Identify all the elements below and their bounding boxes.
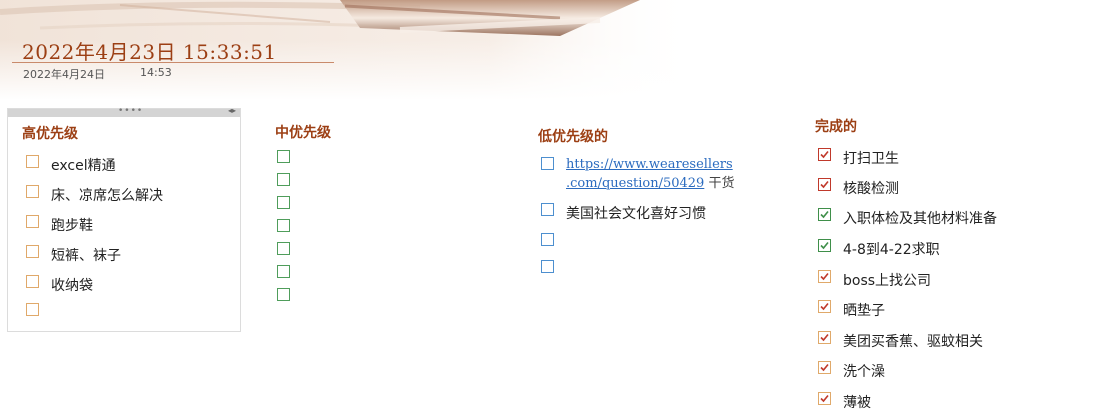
task-label: boss上找公司 (843, 273, 932, 289)
task-checkbox[interactable] (818, 392, 831, 405)
mid-item-3[interactable] (277, 196, 302, 209)
completed-title: 完成的 (815, 119, 857, 135)
high-item-4[interactable]: 短裤、袜子 (26, 245, 121, 265)
high-item-1[interactable]: excel精通 (26, 155, 116, 175)
high-item-6[interactable] (26, 303, 51, 316)
task-checkbox[interactable] (818, 148, 831, 161)
done-item-8[interactable]: 洗个澡 (818, 361, 885, 381)
task-label: 美团买香蕉、驱蚊相关 (843, 334, 983, 350)
task-label: 洗个澡 (843, 364, 885, 380)
high-priority-title: 高优先级 (22, 126, 78, 142)
task-label: 核酸检测 (843, 181, 899, 197)
task-checkbox[interactable] (26, 185, 39, 198)
task-checkbox[interactable] (818, 331, 831, 344)
checkmark-icon (820, 210, 829, 219)
task-checkbox[interactable] (541, 203, 554, 216)
done-item-9[interactable]: 薄被 (818, 392, 871, 412)
resize-arrows-icon[interactable]: ◂▸ (228, 106, 236, 115)
mid-item-2[interactable] (277, 173, 302, 186)
drag-handle-icon[interactable]: •••• (118, 106, 143, 116)
mid-priority-title: 中优先级 (275, 125, 331, 141)
task-checkbox[interactable] (26, 303, 39, 316)
task-label: 薄被 (843, 395, 871, 411)
task-link-line2[interactable]: .com/question/50429 (566, 176, 704, 191)
task-label: 跑步鞋 (51, 218, 93, 234)
task-link-line1[interactable]: https://www.wearesellers (566, 157, 733, 172)
checkmark-icon (820, 272, 829, 281)
done-item-3[interactable]: 入职体检及其他材料准备 (818, 208, 997, 228)
mid-item-1[interactable] (277, 150, 302, 163)
checkmark-icon (820, 333, 829, 342)
task-checkbox[interactable] (277, 288, 290, 301)
task-checkbox[interactable] (277, 219, 290, 232)
task-checkbox[interactable] (26, 245, 39, 258)
checkmark-icon (820, 150, 829, 159)
low-priority-title: 低优先级的 (538, 129, 608, 145)
task-checkbox[interactable] (26, 155, 39, 168)
sub-date: 2022年4月24日 (23, 68, 105, 81)
task-checkbox[interactable] (26, 275, 39, 288)
task-checkbox[interactable] (277, 150, 290, 163)
task-checkbox[interactable] (541, 233, 554, 246)
low-item-1[interactable]: https://www.wearesellers .com/question/5… (541, 156, 734, 191)
task-checkbox[interactable] (818, 178, 831, 191)
task-checkbox[interactable] (818, 270, 831, 283)
checkmark-icon (820, 180, 829, 189)
done-item-6[interactable]: 晒垫子 (818, 300, 885, 320)
low-item-2[interactable]: 美国社会文化喜好习惯 (541, 203, 706, 223)
done-item-7[interactable]: 美团买香蕉、驱蚊相关 (818, 331, 983, 351)
low-item-4[interactable] (541, 260, 566, 273)
task-checkbox[interactable] (277, 242, 290, 255)
checkmark-icon (820, 363, 829, 372)
task-label: 晒垫子 (843, 303, 885, 319)
low-item-3[interactable] (541, 233, 566, 246)
current-datetime: 2022年4月23日 15:33:51 (22, 40, 277, 64)
panel-drag-bar[interactable]: •••• ◂▸ (8, 106, 240, 117)
checkmark-icon (820, 241, 829, 250)
task-checkbox[interactable] (818, 239, 831, 252)
task-label: 床、凉席怎么解决 (51, 188, 163, 204)
high-item-5[interactable]: 收纳袋 (26, 275, 93, 295)
task-link-note: 干货 (704, 176, 735, 191)
task-checkbox[interactable] (277, 265, 290, 278)
sub-time: 14:53 (140, 66, 172, 79)
mid-priority-panel: 中优先级 (275, 108, 455, 308)
low-priority-panel: 低优先级的 https://www.wearesellers .com/ques… (538, 108, 768, 288)
done-item-4[interactable]: 4-8到4-22求职 (818, 239, 940, 259)
done-item-5[interactable]: boss上找公司 (818, 270, 931, 290)
task-checkbox[interactable] (277, 173, 290, 186)
task-label: 4-8到4-22求职 (843, 242, 940, 258)
mid-item-4[interactable] (277, 219, 302, 232)
title-divider (12, 62, 334, 63)
high-item-3[interactable]: 跑步鞋 (26, 215, 93, 235)
high-priority-panel: •••• ◂▸ 高优先级 excel精通 床、凉席怎么解决 跑步鞋 短裤、袜子 … (7, 106, 241, 332)
task-label: 短裤、袜子 (51, 248, 121, 264)
checkmark-icon (820, 394, 829, 403)
done-item-1[interactable]: 打扫卫生 (818, 148, 899, 168)
completed-panel: 完成的 打扫卫生 核酸检测 入职体检及其他材料准备 4-8到4-22求职 bos… (815, 108, 1085, 411)
task-label: 入职体检及其他材料准备 (843, 211, 997, 227)
mid-item-6[interactable] (277, 265, 302, 278)
task-checkbox[interactable] (818, 361, 831, 374)
mid-item-7[interactable] (277, 288, 302, 301)
done-item-2[interactable]: 核酸检测 (818, 178, 899, 198)
task-checkbox[interactable] (541, 260, 554, 273)
task-label: 打扫卫生 (843, 151, 899, 167)
task-label: https://www.wearesellers .com/question/5… (566, 156, 734, 191)
checkmark-icon (820, 302, 829, 311)
task-checkbox[interactable] (541, 157, 554, 170)
high-item-2[interactable]: 床、凉席怎么解决 (26, 185, 163, 205)
task-checkbox[interactable] (277, 196, 290, 209)
task-label: 美国社会文化喜好习惯 (566, 206, 706, 222)
task-checkbox[interactable] (26, 215, 39, 228)
task-label: excel精通 (51, 158, 116, 174)
task-checkbox[interactable] (818, 208, 831, 221)
mid-item-5[interactable] (277, 242, 302, 255)
task-label: 收纳袋 (51, 278, 93, 294)
task-checkbox[interactable] (818, 300, 831, 313)
todo-page: 2022年4月23日 15:33:51 2022年4月24日 14:53 •••… (0, 0, 1095, 413)
